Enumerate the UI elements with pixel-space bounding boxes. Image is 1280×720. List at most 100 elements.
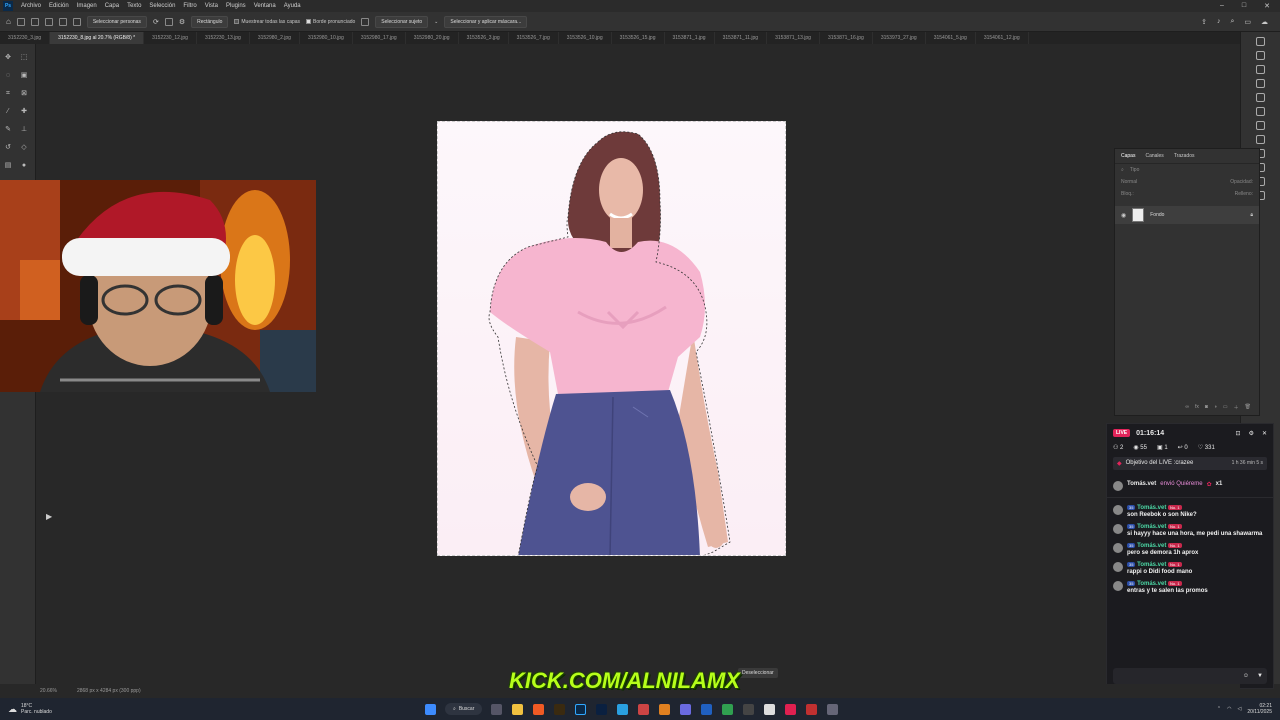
hard-edge-checkbox[interactable]: Borde pronunciado xyxy=(306,19,355,25)
app-icon[interactable] xyxy=(722,703,734,715)
doc-tab[interactable]: 3152980_20.jpg xyxy=(406,32,459,44)
brave-icon[interactable] xyxy=(533,703,545,715)
adjustment-layer-icon[interactable]: ◑ xyxy=(1214,404,1217,411)
doc-tab[interactable]: 3153871_11.jpg xyxy=(715,32,768,44)
menu-imagen[interactable]: Imagen xyxy=(73,3,101,9)
eyedropper-tool-icon[interactable]: ⁄ xyxy=(3,107,13,116)
cloud-icon[interactable]: ☁ xyxy=(1261,18,1268,26)
select-subject-icon[interactable] xyxy=(361,17,370,26)
trash-icon[interactable]: 🗑︎ xyxy=(1245,404,1251,411)
doc-tab[interactable]: 3153526_15.jpg xyxy=(612,32,665,44)
gear-icon[interactable]: ⚙ xyxy=(1249,430,1254,437)
photoshop-icon[interactable] xyxy=(575,703,587,715)
menu-edicion[interactable]: Edición xyxy=(45,3,73,9)
app-icon[interactable] xyxy=(680,703,692,715)
lock-icon[interactable]: ⊡ xyxy=(1236,430,1241,437)
filter-icon[interactable]: ▼ xyxy=(1257,673,1263,679)
gear-icon[interactable]: ⚙ xyxy=(179,18,185,26)
doc-tab[interactable]: 3154061_5.jpg xyxy=(926,32,976,44)
menu-ayuda[interactable]: Ayuda xyxy=(280,3,305,9)
doc-tab[interactable]: 3152230_12.jpg xyxy=(144,32,197,44)
menu-texto[interactable]: Texto xyxy=(123,3,145,9)
doc-tab[interactable]: 3153871_16.jpg xyxy=(820,32,873,44)
layer-search-input[interactable]: Tipo xyxy=(1130,167,1140,173)
add-selection-icon[interactable] xyxy=(44,17,53,26)
explorer-icon[interactable] xyxy=(512,703,524,715)
menu-vista[interactable]: Vista xyxy=(201,3,222,9)
menu-capa[interactable]: Capa xyxy=(101,3,123,9)
chevron-down-icon[interactable]: ⌄ xyxy=(434,19,438,25)
doc-tab[interactable]: 3153871_13.jpg xyxy=(767,32,820,44)
doc-tab[interactable]: 3153871_1.jpg xyxy=(665,32,715,44)
object-finder-icon[interactable] xyxy=(164,17,173,26)
link-icon[interactable]: ∞ xyxy=(1185,404,1189,411)
gradient-tool-icon[interactable]: ▤ xyxy=(3,161,13,170)
blur-tool-icon[interactable]: ● xyxy=(19,161,29,170)
settings-icon[interactable] xyxy=(827,703,839,715)
tab-layers[interactable]: Capas xyxy=(1121,153,1135,159)
folder-icon[interactable]: ▭ xyxy=(1223,404,1228,411)
eye-icon[interactable]: ◉ xyxy=(1121,212,1126,219)
select-people-button[interactable]: Seleccionar personas xyxy=(86,15,147,28)
mode-select[interactable]: Rectángulo xyxy=(191,15,229,28)
eraser-tool-icon[interactable]: ◇ xyxy=(19,143,29,152)
doc-tab[interactable]: 3152980_10.jpg xyxy=(300,32,353,44)
doc-tab[interactable]: 3152230_13.jpg xyxy=(197,32,250,44)
tool-preset-icon[interactable] xyxy=(16,17,25,26)
libraries-icon[interactable] xyxy=(1256,51,1265,60)
layer-row[interactable]: ◉ Fondo 🔒︎ xyxy=(1115,206,1259,224)
home-icon[interactable]: ⌂ xyxy=(6,17,11,26)
zoom-level[interactable]: 20.66% xyxy=(40,688,57,694)
app-icon[interactable] xyxy=(764,703,776,715)
live-objective[interactable]: ◆ Objetivo del LIVE :crazee 1 h 36 min 5… xyxy=(1113,457,1267,470)
mask-icon[interactable]: ◙ xyxy=(1205,404,1208,411)
doc-tab[interactable]: 3152230_3.jpg xyxy=(0,32,51,44)
clock[interactable]: 02:21 20/11/2025 xyxy=(1247,703,1272,715)
frame-tool-icon[interactable]: ⊠ xyxy=(19,89,29,98)
doc-tab[interactable]: 3154061_12.jpg xyxy=(976,32,1029,44)
adjustments-icon[interactable] xyxy=(1256,93,1265,102)
doc-tab[interactable]: 3152980_17.jpg xyxy=(353,32,406,44)
crop-tool-icon[interactable]: ⌗ xyxy=(3,89,13,98)
tiktok-icon[interactable] xyxy=(785,703,797,715)
taskbar-search[interactable]: ⌕ Buscar xyxy=(445,703,483,715)
history-brush-icon[interactable]: ↺ xyxy=(3,143,13,152)
maximize-icon[interactable]: □ xyxy=(1242,2,1246,10)
comments-icon[interactable] xyxy=(1256,79,1265,88)
move-tool-icon[interactable]: ✥ xyxy=(3,53,13,62)
emoji-icon[interactable]: ☺ xyxy=(1243,673,1249,679)
volume-icon[interactable]: ◁ xyxy=(1237,706,1241,712)
new-layer-icon[interactable]: ＋ xyxy=(1234,404,1239,411)
app-icon[interactable] xyxy=(701,703,713,715)
doc-tab[interactable]: 3153526_7.jpg xyxy=(509,32,559,44)
doc-tab[interactable]: 3153526_3.jpg xyxy=(459,32,509,44)
document-canvas[interactable] xyxy=(437,121,786,556)
app-icon[interactable] xyxy=(806,703,818,715)
windows-start-icon[interactable] xyxy=(425,703,436,715)
doc-tab-active[interactable]: 3152230_8.jpg al 20.7% (RGB/8) * xyxy=(50,32,145,44)
intersect-selection-icon[interactable] xyxy=(72,17,81,26)
menu-ventana[interactable]: Ventana xyxy=(250,3,280,9)
app-icon[interactable] xyxy=(638,703,650,715)
blend-mode-select[interactable]: Normal xyxy=(1121,179,1137,185)
select-and-mask-button[interactable]: Seleccionar y aplicar máscara... xyxy=(444,15,528,28)
menu-plugins[interactable]: Plugins xyxy=(222,3,250,9)
object-select-tool-icon[interactable]: ▣ xyxy=(19,71,29,80)
select-subject-button[interactable]: Seleccionar sujeto xyxy=(375,15,429,28)
menu-seleccion[interactable]: Selección xyxy=(145,3,179,9)
chat-input[interactable]: ☺ ▼ xyxy=(1113,668,1267,684)
wifi-icon[interactable]: ◠ xyxy=(1227,706,1231,712)
tab-paths[interactable]: Trazados xyxy=(1174,153,1195,159)
paragraph-icon[interactable] xyxy=(1256,135,1265,144)
doc-tab[interactable]: 3153973_27.jpg xyxy=(873,32,926,44)
share-icon[interactable]: ⇪ xyxy=(1201,18,1207,26)
refresh-icon[interactable]: ⟳ xyxy=(153,18,159,26)
workspace-icon[interactable]: ▭ xyxy=(1244,18,1251,26)
brush-tool-icon[interactable]: ✎ xyxy=(3,125,13,134)
menu-filtro[interactable]: Filtro xyxy=(179,3,200,9)
lightroom-icon[interactable] xyxy=(596,703,608,715)
weather-widget[interactable]: ☁ 18°C Parc. nublado xyxy=(0,703,120,715)
camera-app-icon[interactable] xyxy=(491,703,503,715)
new-selection-icon[interactable] xyxy=(30,17,39,26)
bell-icon[interactable]: ♪ xyxy=(1217,18,1221,26)
